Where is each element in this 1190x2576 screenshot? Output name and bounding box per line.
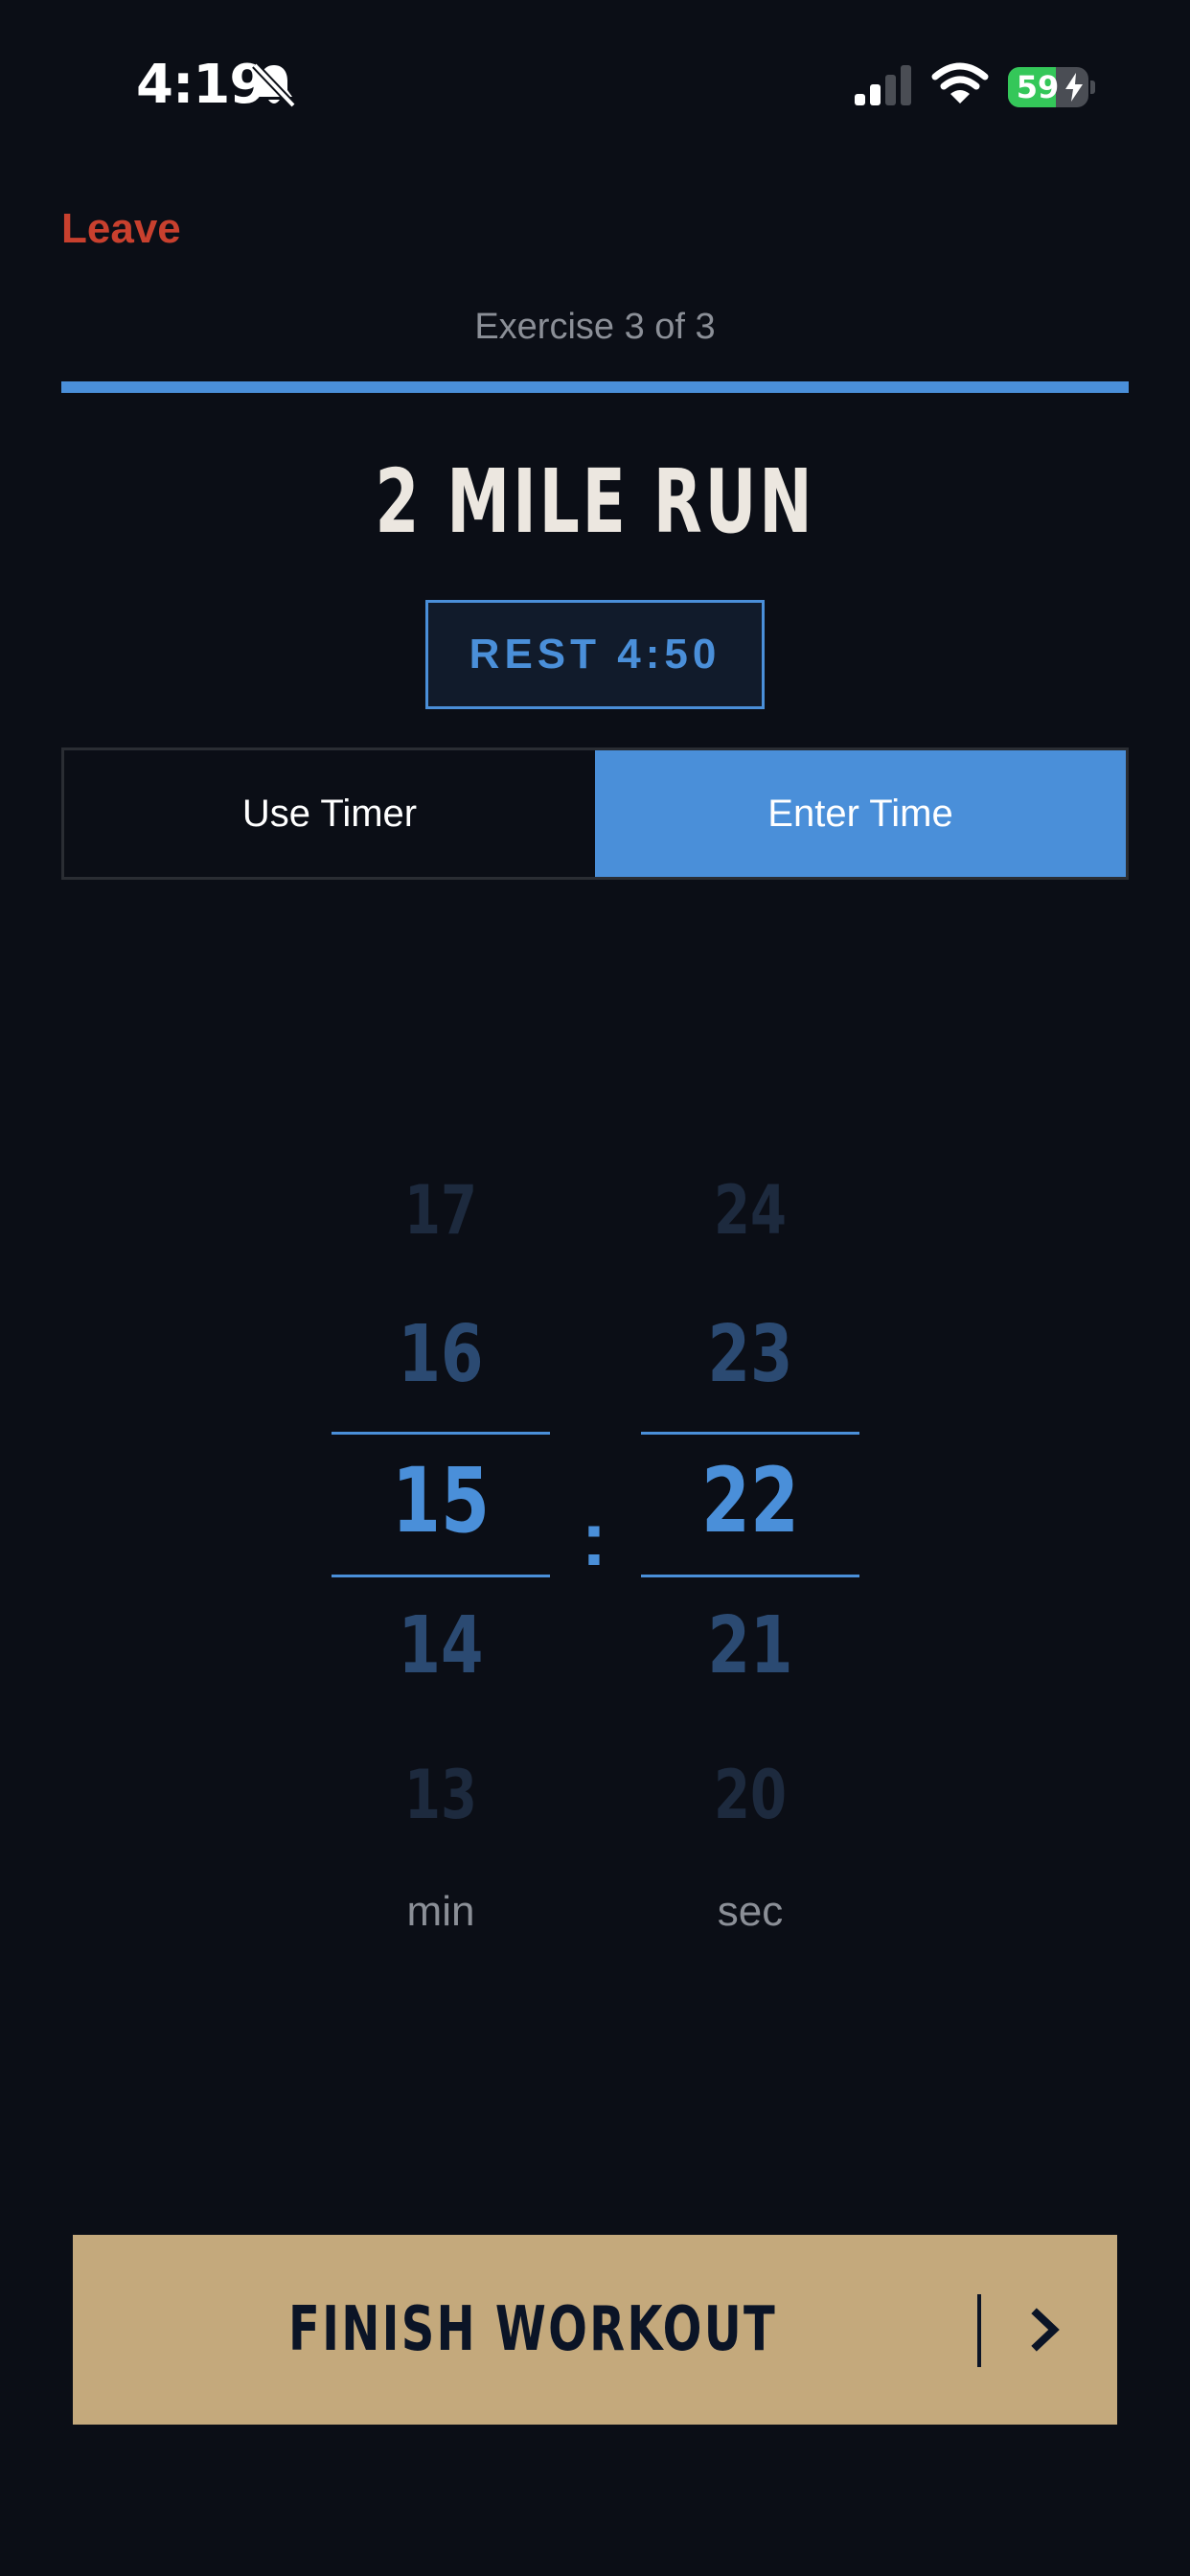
wifi-icon (931, 62, 989, 104)
bell-slash-icon (252, 62, 296, 108)
exercise-progress-label: Exercise 3 of 3 (474, 307, 716, 347)
minutes-unit-label: min (406, 1888, 475, 1935)
battery-cap (1090, 80, 1095, 94)
minute-option[interactable]: 16 (355, 1309, 526, 1400)
second-option[interactable]: 20 (665, 1756, 835, 1834)
second-option[interactable]: 21 (665, 1600, 835, 1691)
minute-option[interactable]: 14 (355, 1600, 526, 1691)
mode-toggle: Use Timer Enter Time (61, 748, 1129, 880)
minute-option[interactable]: 17 (355, 1171, 526, 1250)
finish-divider (977, 2294, 981, 2367)
workout-screen: 4:19 59 Leave Exercise 3 of 3 2 MILE RUN… (0, 0, 1190, 2576)
second-selection-top-line (641, 1432, 859, 1435)
battery-icon: 59 (1008, 67, 1088, 107)
status-time: 4:19 (136, 54, 266, 116)
exercise-progress-fill (61, 381, 1129, 393)
second-option[interactable]: 24 (665, 1171, 835, 1250)
enter-time-tab[interactable]: Enter Time (595, 750, 1126, 877)
minute-option[interactable]: 13 (355, 1756, 526, 1834)
battery-level: 59 (1016, 69, 1060, 105)
signal-icon (855, 65, 911, 105)
second-selected[interactable]: 22 (665, 1449, 835, 1553)
use-timer-tab[interactable]: Use Timer (64, 750, 595, 877)
exercise-title: 2 MILE RUN (375, 450, 815, 553)
time-separator: : (581, 1496, 607, 1581)
minute-selected[interactable]: 15 (355, 1449, 526, 1553)
finish-workout-label: FINISH WORKOUT (288, 2294, 777, 2365)
chevron-right-icon (1031, 2308, 1060, 2352)
second-option[interactable]: 23 (665, 1309, 835, 1400)
exercise-progress-bar (61, 381, 1129, 393)
seconds-unit-label: sec (717, 1888, 784, 1935)
finish-workout-button[interactable]: FINISH WORKOUT (73, 2235, 1117, 2425)
bolt-icon (1065, 73, 1083, 102)
minute-selection-top-line (332, 1432, 550, 1435)
leave-button[interactable]: Leave (61, 205, 181, 253)
minute-selection-bottom-line (332, 1575, 550, 1577)
rest-timer-button[interactable]: REST 4:50 (425, 600, 765, 709)
second-selection-bottom-line (641, 1575, 859, 1577)
